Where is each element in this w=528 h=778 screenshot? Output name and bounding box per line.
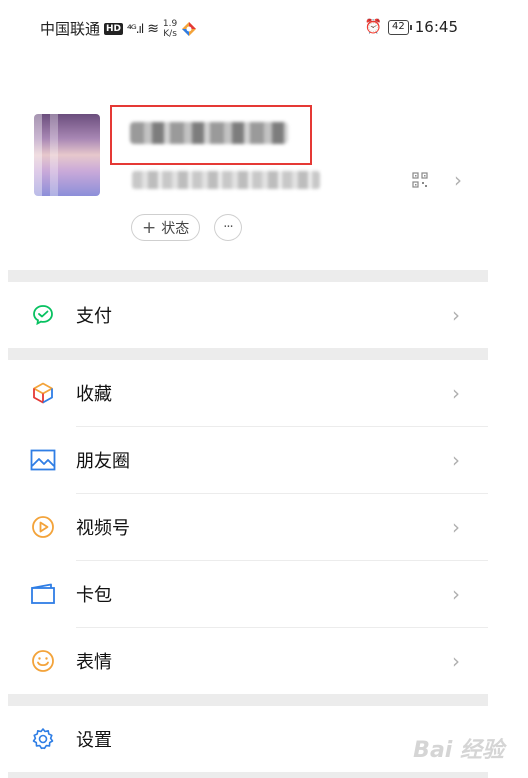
chevron-right-icon: › [452, 649, 460, 673]
add-status-button[interactable]: + 状态 [131, 214, 201, 241]
network-speed: 1.9 K/s [163, 19, 177, 39]
wechat-pay-icon [30, 302, 56, 328]
watermark-logo: Bai 经验 [413, 738, 504, 763]
chevron-right-icon: › [452, 582, 460, 606]
status-button-label: 状态 [161, 220, 190, 237]
plus-icon: + [142, 217, 157, 238]
status-bar-right: ⏰ 42 16:45 [365, 18, 458, 36]
hd-badge: HD [104, 22, 124, 35]
play-circle-icon [30, 514, 56, 540]
more-button[interactable]: ··· [214, 214, 242, 241]
status-bar: 中国联通 HD ⁴ᴳ.ıl ≋ 1.9 K/s ⏰ 42 16:45 [0, 0, 528, 56]
menu-item-label: 卡包 [76, 585, 112, 606]
smiley-icon [30, 648, 56, 674]
speed-value: 1.9 [162, 18, 178, 29]
wechat-id-redacted [132, 171, 320, 189]
avatar[interactable] [34, 114, 100, 196]
menu-item-cards[interactable]: 卡包 › [8, 561, 488, 627]
menu-item-pay[interactable]: 支付 › [8, 282, 488, 348]
section-separator [8, 694, 488, 706]
menu-item-label: 支付 [76, 306, 112, 327]
menu-item-label: 设置 [76, 730, 112, 751]
signal-icon: ⁴ᴳ.ıl [127, 21, 144, 36]
profile-chevron-icon[interactable]: › [454, 168, 462, 192]
carrier-name: 中国联通 [40, 20, 101, 38]
section-separator [8, 348, 488, 360]
chevron-right-icon: › [452, 448, 460, 472]
menu-item-label: 表情 [76, 652, 112, 673]
annotation-highlight-box [110, 105, 312, 165]
section-separator [8, 772, 488, 778]
menu-item-moments[interactable]: 朋友圈 › [8, 427, 488, 493]
menu-item-channels[interactable]: 视频号 › [8, 494, 488, 560]
chevron-right-icon: › [452, 515, 460, 539]
profile-header[interactable]: › + 状态 ··· [0, 56, 528, 268]
status-bar-left: 中国联通 HD ⁴ᴳ.ıl ≋ 1.9 K/s [40, 18, 197, 39]
wifi-icon: ≋ [147, 20, 159, 37]
menu-item-label: 收藏 [76, 384, 112, 405]
menu-item-favorites[interactable]: 收藏 › [8, 360, 488, 426]
app-notification-icon [182, 21, 197, 36]
chevron-right-icon: › [452, 381, 460, 405]
chevron-right-icon: › [452, 303, 460, 327]
gear-icon [30, 726, 56, 752]
wallet-icon [30, 581, 56, 607]
menu-item-stickers[interactable]: 表情 › [8, 628, 488, 694]
speed-unit: K/s [163, 28, 177, 39]
qr-code-icon[interactable] [412, 172, 428, 188]
cube-icon [30, 380, 56, 406]
menu-item-label: 朋友圈 [76, 451, 130, 472]
battery-icon: 42 [388, 19, 412, 35]
menu-item-label: 视频号 [76, 518, 130, 539]
image-icon [30, 447, 56, 473]
section-separator [8, 270, 488, 282]
alarm-icon: ⏰ [364, 19, 383, 35]
clock-time: 16:45 [414, 18, 458, 36]
